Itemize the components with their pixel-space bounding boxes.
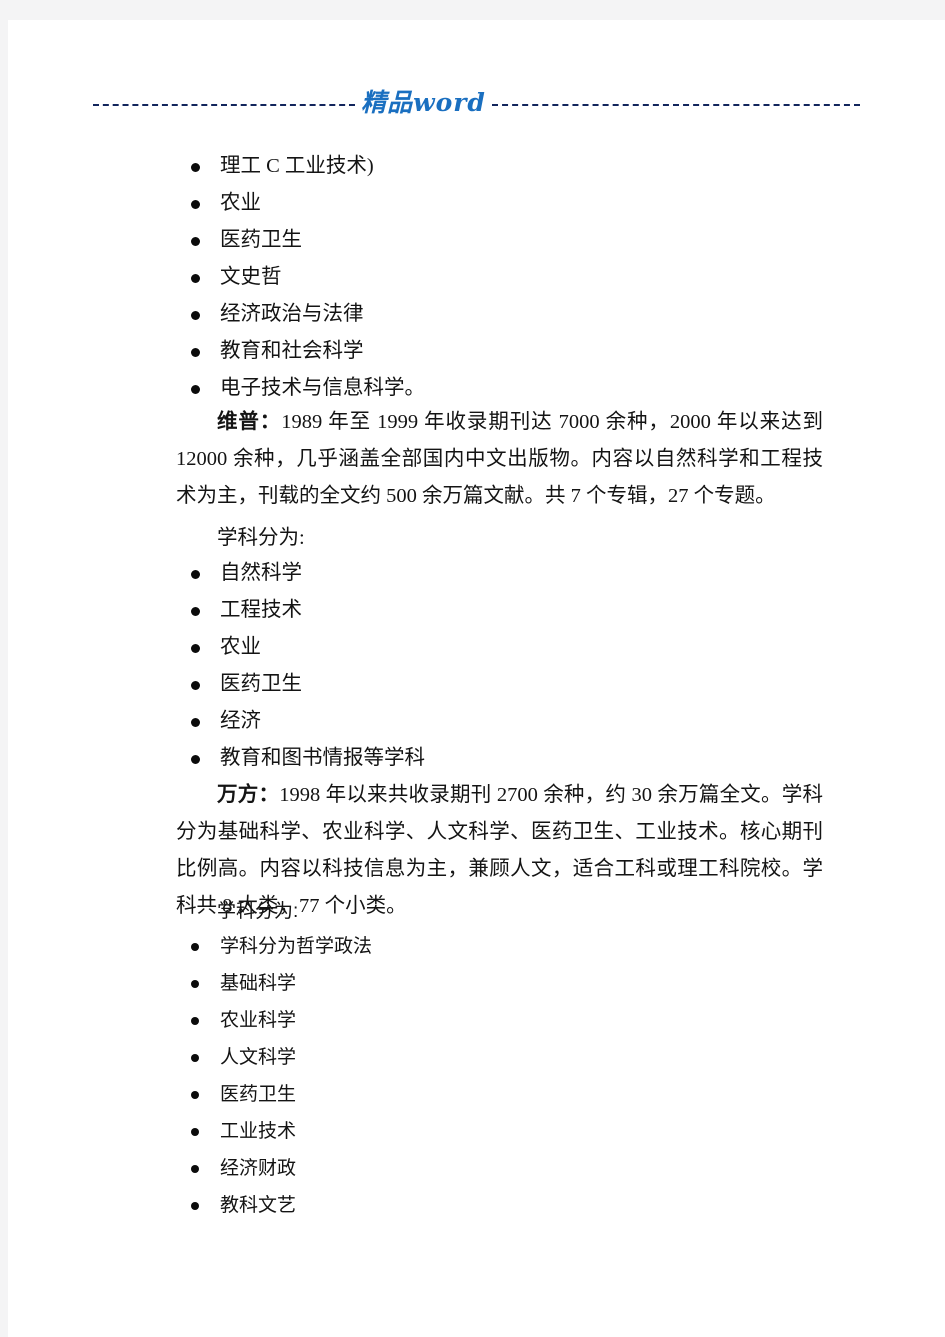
list-item-label: 经济 xyxy=(220,710,261,732)
list-item: 学科分为哲学政法 xyxy=(8,928,945,965)
bullet-list-3-block: 学科分为哲学政法 基础科学 农业科学 人文科学 医药卫生 工业技术 经济财政 教… xyxy=(8,928,945,1224)
list-item-label: 基础科学 xyxy=(220,973,297,994)
list-item: 工程技术 xyxy=(8,592,945,629)
list-item-label: 经济财政 xyxy=(220,1158,297,1179)
list-item: 医药卫生 xyxy=(8,1076,945,1113)
list-item-label: 电子技术与信息科学。 xyxy=(220,377,425,399)
list-item: 农业 xyxy=(8,185,945,222)
list-item: 教育和图书情报等学科 xyxy=(8,740,945,777)
subheading-1-block: 学科分为: xyxy=(8,520,945,557)
list-item: 经济政治与法律 xyxy=(8,296,945,333)
list-item-label: 人文科学 xyxy=(220,1047,297,1068)
header-dashed-rule-left xyxy=(93,104,356,106)
list-item-label: 医药卫生 xyxy=(220,229,302,251)
bullet-list-2: 自然科学 工程技术 农业 医药卫生 经济 教育和图书情报等学科 xyxy=(8,555,945,777)
page-header: 精品word xyxy=(8,80,945,130)
list-item-label: 教育和图书情报等学科 xyxy=(220,747,425,769)
list-item: 理工 C 工业技术) xyxy=(8,148,945,185)
header-dashed-rule-right xyxy=(491,104,860,106)
list-item-label: 医药卫生 xyxy=(220,673,302,695)
list-item: 人文科学 xyxy=(8,1039,945,1076)
list-item: 教科文艺 xyxy=(8,1187,945,1224)
list-item: 自然科学 xyxy=(8,555,945,592)
paragraph-weipu: 维普：1989 年至 1999 年收录期刊达 7000 余种，2000 年以来达… xyxy=(8,404,945,515)
list-item: 经济财政 xyxy=(8,1150,945,1187)
list-item: 农业科学 xyxy=(8,1002,945,1039)
list-item-label: 教科文艺 xyxy=(220,1195,297,1216)
bullet-list-3: 学科分为哲学政法 基础科学 农业科学 人文科学 医药卫生 工业技术 经济财政 教… xyxy=(8,928,945,1224)
list-item-label: 农业 xyxy=(220,636,261,658)
list-item-label: 经济政治与法律 xyxy=(220,303,364,325)
subheading-2-block: 学科分为: xyxy=(8,893,945,930)
list-item-label: 工业技术 xyxy=(220,1121,297,1142)
list-item-label: 医药卫生 xyxy=(220,1084,297,1105)
bullet-list-1-block: 理工 C 工业技术) 农业 医药卫生 文史哲 经济政治与法律 教育和社会科学 电… xyxy=(8,148,945,407)
list-item-label: 农业科学 xyxy=(220,1010,297,1031)
list-item-label: 工程技术 xyxy=(220,599,302,621)
list-item: 农业 xyxy=(8,629,945,666)
document-page: 精品word 理工 C 工业技术) 农业 医药卫生 文史哲 经济政治与法律 教育… xyxy=(8,20,945,1337)
list-item-label: 农业 xyxy=(220,192,261,214)
list-item: 文史哲 xyxy=(8,259,945,296)
list-item-label: 理工 C 工业技术) xyxy=(220,155,374,177)
list-item: 医药卫生 xyxy=(8,222,945,259)
paragraph-weipu-block: 维普：1989 年至 1999 年收录期刊达 7000 余种，2000 年以来达… xyxy=(8,404,945,515)
paragraph-lead-label: 万方： xyxy=(217,784,280,806)
subheading-disciplines-1: 学科分为: xyxy=(217,527,305,549)
list-item: 基础科学 xyxy=(8,965,945,1002)
subheading-disciplines-2: 学科分为: xyxy=(217,901,299,922)
list-item: 教育和社会科学 xyxy=(8,333,945,370)
list-item-label: 教育和社会科学 xyxy=(220,340,364,362)
paragraph-lead-label: 维普： xyxy=(217,411,282,433)
bullet-list-1: 理工 C 工业技术) 农业 医药卫生 文史哲 经济政治与法律 教育和社会科学 电… xyxy=(8,148,945,407)
bullet-list-2-block: 自然科学 工程技术 农业 医药卫生 经济 教育和图书情报等学科 xyxy=(8,555,945,777)
list-item: 电子技术与信息科学。 xyxy=(8,370,945,407)
list-item: 医药卫生 xyxy=(8,666,945,703)
list-item: 经济 xyxy=(8,703,945,740)
list-item-label: 自然科学 xyxy=(220,562,302,584)
list-item-label: 文史哲 xyxy=(220,266,282,288)
list-item: 工业技术 xyxy=(8,1113,945,1150)
list-item-label: 学科分为哲学政法 xyxy=(220,936,373,957)
header-watermark-text: 精品word xyxy=(361,87,486,117)
